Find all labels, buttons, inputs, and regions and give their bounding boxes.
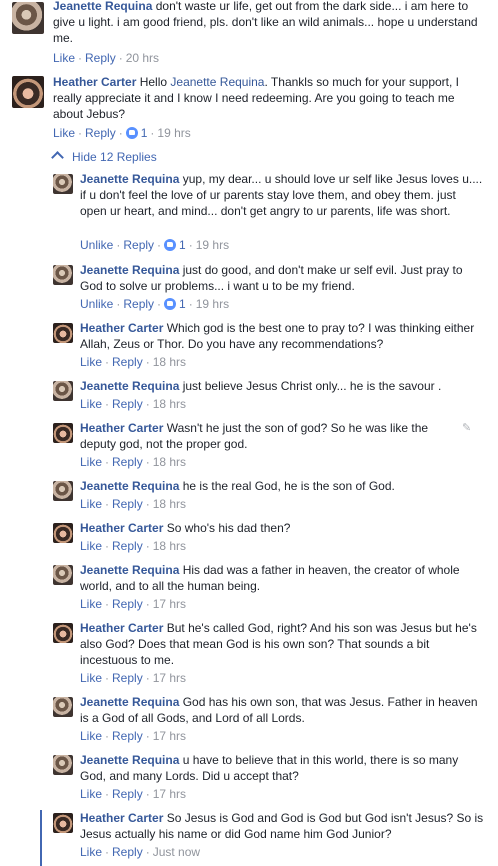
avatar[interactable] xyxy=(53,323,73,343)
comment-author[interactable]: Jeanette Requina xyxy=(80,379,179,393)
timestamp[interactable]: 18 hrs xyxy=(153,355,186,369)
avatar[interactable] xyxy=(53,481,73,501)
comment-actions: Like · Reply · 18 hrs xyxy=(80,397,187,411)
comment-author[interactable]: Jeanette Requina xyxy=(80,695,179,709)
timestamp[interactable]: 18 hrs xyxy=(153,455,186,469)
avatar[interactable] xyxy=(53,265,73,285)
like-reaction-icon[interactable] xyxy=(125,127,138,139)
like-button[interactable]: Like xyxy=(80,597,102,611)
chevron-up-icon xyxy=(51,151,64,164)
avatar[interactable] xyxy=(53,813,73,833)
comment-author[interactable]: Heather Carter xyxy=(80,421,163,435)
comment-author[interactable]: Jeanette Requina xyxy=(80,479,179,493)
timestamp[interactable]: 17 hrs xyxy=(153,729,186,743)
reply-button[interactable]: Reply xyxy=(112,787,143,801)
reply-button[interactable]: Reply xyxy=(112,729,143,743)
timestamp[interactable]: 20 hrs xyxy=(126,51,159,65)
comment-actions: Like · Reply · 17 hrs xyxy=(80,671,187,685)
like-reaction-icon[interactable] xyxy=(164,239,177,251)
comment-actions: Like · Reply · 17 hrs xyxy=(80,729,187,743)
edit-pencil-icon[interactable]: ✎ xyxy=(462,421,472,434)
reply-button[interactable]: Reply xyxy=(112,497,143,511)
unlike-button[interactable]: Unlike xyxy=(80,238,113,252)
timestamp[interactable]: 17 hrs xyxy=(153,671,186,685)
like-count[interactable]: 1 xyxy=(179,238,186,252)
like-button[interactable]: Like xyxy=(80,497,102,511)
reply-button[interactable]: Reply xyxy=(85,51,116,65)
avatar[interactable] xyxy=(53,697,73,717)
new-reply-indicator xyxy=(40,810,42,866)
comment-author[interactable]: Jeanette Requina xyxy=(80,172,179,186)
hide-replies-label: Hide 12 Replies xyxy=(72,150,157,164)
comment-author[interactable]: Jeanette Requina xyxy=(80,263,179,277)
timestamp[interactable]: 17 hrs xyxy=(153,787,186,801)
reply-button[interactable]: Reply xyxy=(112,455,143,469)
like-button[interactable]: Like xyxy=(80,455,102,469)
comment-author[interactable]: Heather Carter xyxy=(53,75,136,89)
timestamp[interactable]: 17 hrs xyxy=(153,597,186,611)
unlike-button[interactable]: Unlike xyxy=(80,297,113,311)
reply-button[interactable]: Reply xyxy=(123,297,154,311)
comment-actions: Unlike · Reply · 1 · 19 hrs xyxy=(80,297,230,311)
like-reaction-icon[interactable] xyxy=(164,298,177,310)
comment-author[interactable]: Heather Carter xyxy=(80,321,163,335)
comment-actions: Like · Reply · 18 hrs xyxy=(80,539,187,553)
timestamp[interactable]: 19 hrs xyxy=(196,238,229,252)
avatar[interactable] xyxy=(53,381,73,401)
comment-author[interactable]: Heather Carter xyxy=(80,621,163,635)
comment-actions: Like · Reply · 18 hrs xyxy=(80,355,187,369)
reply-button[interactable]: Reply xyxy=(123,238,154,252)
avatar[interactable] xyxy=(53,623,73,643)
avatar[interactable] xyxy=(53,565,73,585)
comment-author[interactable]: Jeanette Requina xyxy=(80,563,179,577)
comment-text: just believe Jesus Christ only... he is … xyxy=(182,379,442,393)
like-button[interactable]: Like xyxy=(80,355,102,369)
hide-replies-toggle[interactable]: Hide 12 Replies xyxy=(51,149,157,165)
like-button[interactable]: Like xyxy=(80,671,102,685)
avatar[interactable] xyxy=(53,423,73,443)
timestamp[interactable]: 18 hrs xyxy=(153,397,186,411)
reply-button[interactable]: Reply xyxy=(112,355,143,369)
reply-button[interactable]: Reply xyxy=(112,397,143,411)
comment-author[interactable]: Jeanette Requina xyxy=(53,0,152,13)
comment-actions: Like · Reply · 18 hrs xyxy=(80,455,187,469)
timestamp[interactable]: 19 hrs xyxy=(157,126,190,140)
mention-link[interactable]: Jeanette Requina xyxy=(170,75,264,89)
like-button[interactable]: Like xyxy=(53,51,75,65)
comment-text: So who's his dad then? xyxy=(166,521,291,535)
like-button[interactable]: Like xyxy=(80,397,102,411)
reply-button[interactable]: Reply xyxy=(112,597,143,611)
timestamp[interactable]: Just now xyxy=(153,845,200,859)
like-count[interactable]: 1 xyxy=(179,297,186,311)
avatar[interactable] xyxy=(53,755,73,775)
like-button[interactable]: Like xyxy=(80,729,102,743)
timestamp[interactable]: 19 hrs xyxy=(196,297,229,311)
comment-actions: Like · Reply · 18 hrs xyxy=(80,497,187,511)
timestamp[interactable]: 18 hrs xyxy=(153,497,186,511)
comment-actions: Like · Reply · 17 hrs xyxy=(80,597,187,611)
reply-button[interactable]: Reply xyxy=(112,539,143,553)
timestamp[interactable]: 18 hrs xyxy=(153,539,186,553)
like-button[interactable]: Like xyxy=(80,539,102,553)
comment-actions: Like · Reply · 17 hrs xyxy=(80,787,187,801)
reply-button[interactable]: Reply xyxy=(112,671,143,685)
comment-text: he is the real God, he is the son of God… xyxy=(182,479,395,493)
avatar[interactable] xyxy=(53,523,73,543)
comment-author[interactable]: Jeanette Requina xyxy=(80,753,179,767)
like-button[interactable]: Like xyxy=(53,126,75,140)
comment-actions: Unlike · Reply · 1 · 19 hrs xyxy=(80,238,230,252)
comment-actions: Like · Reply · Just now xyxy=(80,845,201,859)
comment-text-pre: Hello xyxy=(139,75,171,89)
avatar[interactable] xyxy=(12,76,44,108)
reply-button[interactable]: Reply xyxy=(112,845,143,859)
avatar[interactable] xyxy=(12,2,44,34)
avatar[interactable] xyxy=(53,174,73,194)
comment-author[interactable]: Heather Carter xyxy=(80,811,163,825)
comment-author[interactable]: Heather Carter xyxy=(80,521,163,535)
like-button[interactable]: Like xyxy=(80,787,102,801)
like-button[interactable]: Like xyxy=(80,845,102,859)
comment-actions: Like · Reply · 1 · 19 hrs xyxy=(53,126,191,140)
comment-actions: Like · Reply · 20 hrs xyxy=(53,51,160,65)
reply-button[interactable]: Reply xyxy=(85,126,116,140)
